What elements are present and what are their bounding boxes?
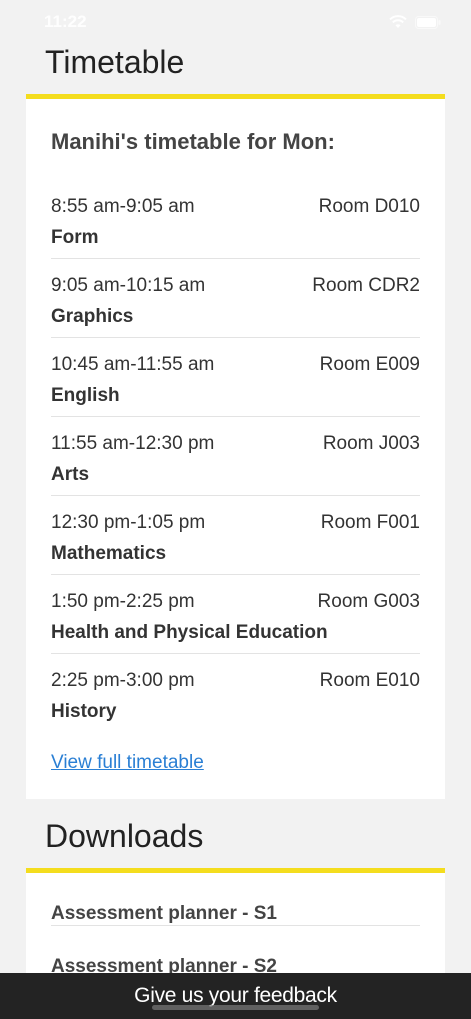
lesson-subject: Arts bbox=[51, 464, 90, 485]
lesson-subject: History bbox=[51, 701, 117, 722]
app-screen: 11:22 Timetable Manihi's timetable for M… bbox=[0, 0, 471, 1019]
lesson-subject: Graphics bbox=[51, 306, 134, 327]
lesson-room: Room D010 bbox=[318, 196, 420, 217]
timetable-section-title: Timetable bbox=[45, 44, 185, 80]
download-item[interactable]: Assessment planner - S1 bbox=[51, 873, 420, 926]
lesson-row: 1:50 pm-2:25 pm Room G003 Health and Phy… bbox=[51, 575, 420, 654]
lesson-room: Room CDR2 bbox=[312, 275, 420, 296]
home-indicator bbox=[152, 1005, 319, 1010]
lesson-room: Room E009 bbox=[319, 354, 420, 375]
lesson-room: Room F001 bbox=[320, 512, 420, 533]
lesson-room: Room G003 bbox=[317, 591, 420, 612]
download-item[interactable]: Assessment planner - S2 bbox=[51, 926, 420, 979]
status-icons bbox=[389, 15, 441, 29]
lesson-time: 8:55 am-9:05 am bbox=[51, 196, 195, 217]
lesson-row: 12:30 pm-1:05 pm Room F001 Mathematics bbox=[51, 496, 420, 575]
lesson-subject: Health and Physical Education bbox=[51, 622, 328, 643]
lesson-room: Room J003 bbox=[322, 433, 420, 454]
view-full-timetable-link[interactable]: View full timetable bbox=[51, 752, 204, 774]
status-bar: 11:22 bbox=[0, 0, 471, 44]
battery-icon bbox=[415, 15, 441, 29]
status-time: 11:22 bbox=[44, 12, 87, 31]
lesson-subject: English bbox=[51, 385, 120, 406]
lesson-time: 1:50 pm-2:25 pm bbox=[51, 591, 195, 612]
lesson-row: 10:45 am-11:55 am Room E009 English bbox=[51, 338, 420, 417]
downloads-section-title: Downloads bbox=[45, 818, 204, 854]
lesson-time: 10:45 am-11:55 am bbox=[51, 354, 215, 375]
timetable-heading: Manihi's timetable for Mon: bbox=[51, 129, 335, 154]
lesson-time: 11:55 am-12:30 pm bbox=[51, 433, 215, 454]
lesson-time: 12:30 pm-1:05 pm bbox=[51, 512, 206, 533]
lesson-subject: Form bbox=[51, 227, 99, 248]
lesson-time: 9:05 am-10:15 am bbox=[51, 275, 206, 296]
lesson-row: 11:55 am-12:30 pm Room J003 Arts bbox=[51, 417, 420, 496]
lesson-subject: Mathematics bbox=[51, 543, 167, 564]
feedback-button[interactable]: Give us your feedback bbox=[0, 973, 471, 1019]
lesson-row: 8:55 am-9:05 am Room D010 Form bbox=[51, 180, 420, 259]
wifi-icon bbox=[389, 15, 407, 29]
lesson-row: 2:25 pm-3:00 pm Room E010 History bbox=[51, 654, 420, 733]
lesson-row: 9:05 am-10:15 am Room CDR2 Graphics bbox=[51, 259, 420, 338]
timetable-card: Manihi's timetable for Mon: 8:55 am-9:05… bbox=[26, 94, 445, 799]
lesson-time: 2:25 pm-3:00 pm bbox=[51, 670, 195, 691]
lesson-room: Room E010 bbox=[319, 670, 420, 691]
download-label: Assessment planner - S1 bbox=[51, 903, 277, 924]
